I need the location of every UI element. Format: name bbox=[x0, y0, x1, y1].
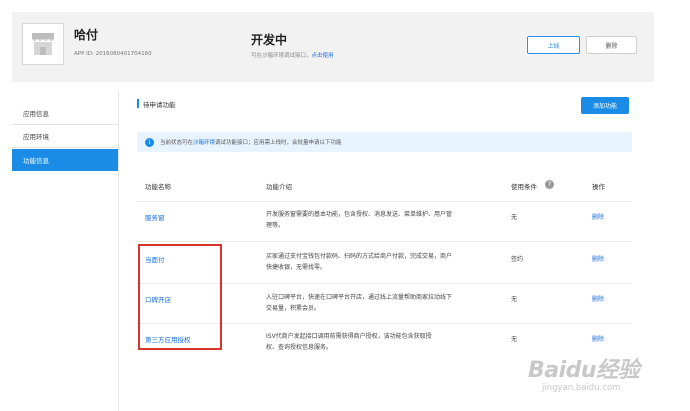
info-icon: i bbox=[145, 137, 154, 147]
help-icon[interactable]: ? bbox=[545, 180, 554, 189]
sidebar-divider bbox=[12, 147, 118, 148]
feature-condition: 无 bbox=[511, 296, 518, 303]
app-name: 哈付 bbox=[74, 28, 99, 42]
sandbox-link[interactable]: 沙箱环境 bbox=[193, 140, 215, 146]
delete-feature-link[interactable]: 删除 bbox=[592, 294, 604, 303]
desc-line: 理等。 bbox=[266, 222, 285, 229]
watermark: Baidu经验 bbox=[528, 352, 640, 384]
feature-desc: ISV代商户发起接口调用前需获得商户授权，该功能包含获取授 权、查询授权信息服务。 bbox=[266, 331, 504, 353]
desc-line: 买家通过支付宝钱包付款码、扫码的方式给商户付款，完成交易，商户 bbox=[266, 253, 453, 260]
highlight-box bbox=[138, 244, 222, 350]
sidebar-border bbox=[118, 90, 119, 411]
row-divider bbox=[137, 241, 632, 242]
status-sub-text: 可在沙箱环境调试接口， bbox=[251, 53, 312, 59]
feature-condition: 无 bbox=[511, 214, 518, 221]
online-button[interactable]: 上线 bbox=[527, 36, 580, 54]
sandbox-use-link[interactable]: 点击使用 bbox=[312, 53, 334, 59]
app-id: APP ID: 2016080401704160 bbox=[74, 51, 152, 57]
section-marker bbox=[137, 99, 139, 108]
status-title: 开发中 bbox=[251, 33, 288, 47]
notice-prefix: 当前状态可在 bbox=[160, 140, 194, 146]
store-icon bbox=[22, 23, 64, 65]
info-notice: i 当前状态可在沙箱环境调试功能接口；应用需上线时，会批量申请以下功能 bbox=[137, 132, 632, 152]
delete-feature-link[interactable]: 删除 bbox=[592, 254, 604, 263]
feature-desc: 开发服务窗需要的基本功能，包含授权、消息发送、菜单维护、用户管 理等。 bbox=[266, 209, 504, 231]
feature-desc: 买家通过支付宝钱包付款码、扫码的方式给商户付款，完成交易，商户 快捷收银，无需找零… bbox=[266, 251, 504, 273]
notice-suffix: 调试功能接口；应用需上线时，会批量申请以下功能 bbox=[215, 140, 342, 146]
col-header-op: 操作 bbox=[592, 183, 605, 191]
feature-condition: 签约 bbox=[511, 256, 524, 263]
notice-text: 当前状态可在沙箱环境调试功能接口；应用需上线时，会批量申请以下功能 bbox=[160, 138, 342, 146]
sidebar-item-app-env[interactable]: 应用环境 bbox=[12, 125, 118, 147]
desc-line: 交易量，积累会员。 bbox=[266, 305, 321, 312]
status-subtitle: 可在沙箱环境调试接口，点击使用 bbox=[251, 51, 334, 59]
feature-condition: 无 bbox=[511, 336, 518, 343]
section-title: 待申请功能 bbox=[143, 101, 176, 109]
col-header-condition: 使用条件 bbox=[511, 183, 537, 191]
row-divider bbox=[137, 201, 632, 202]
desc-line: 权、查询授权信息服务。 bbox=[266, 344, 333, 351]
watermark-logo: Baidu经验 bbox=[528, 358, 640, 383]
delete-feature-link[interactable]: 删除 bbox=[592, 334, 604, 343]
sidebar-item-feature-info[interactable]: 功能信息 bbox=[12, 149, 118, 171]
col-header-name: 功能名称 bbox=[145, 183, 171, 191]
delete-feature-link[interactable]: 删除 bbox=[592, 212, 604, 221]
desc-line: 入驻口碑平台，快速在口碑平台开店，通过线上流量帮助商家拉动线下 bbox=[266, 294, 453, 301]
desc-line: 快捷收银，无需找零。 bbox=[266, 264, 327, 271]
col-header-desc: 功能介绍 bbox=[266, 183, 292, 191]
feature-desc: 入驻口碑平台，快速在口碑平台开店，通过线上流量帮助商家拉动线下 交易量，积累会员。 bbox=[266, 292, 504, 314]
watermark-url: jingyan.baidu.com bbox=[542, 383, 621, 393]
delete-app-button[interactable]: 删除 bbox=[586, 36, 637, 54]
desc-line: ISV代商户发起接口调用前需获得商户授权，该功能包含获取授 bbox=[266, 333, 432, 340]
sidebar-item-app-info[interactable]: 应用信息 bbox=[12, 102, 118, 124]
feature-name-link[interactable]: 服务窗 bbox=[145, 212, 165, 222]
add-feature-button[interactable]: 添加功能 bbox=[581, 97, 629, 114]
desc-line: 开发服务窗需要的基本功能，包含授权、消息发送、菜单维护、用户管 bbox=[266, 211, 453, 218]
